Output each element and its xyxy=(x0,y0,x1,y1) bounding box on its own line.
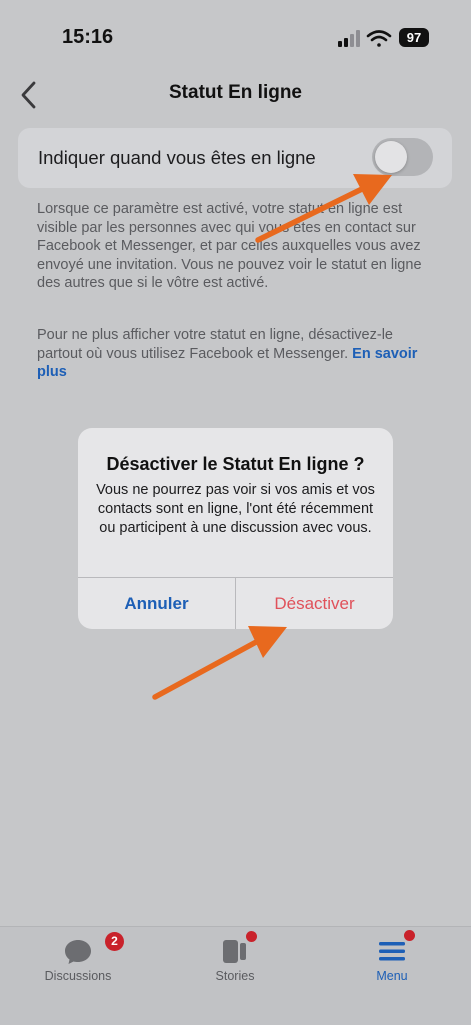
nav-header: Statut En ligne xyxy=(0,70,471,120)
tab-bar: 2 Discussions Stories Menu xyxy=(0,926,471,1025)
tab-discussions[interactable]: 2 Discussions xyxy=(18,927,138,1007)
setting-label: Indiquer quand vous êtes en ligne xyxy=(38,147,316,168)
arrow-to-deactivate-button xyxy=(152,626,287,700)
setting-note: Pour ne plus afficher votre statut en li… xyxy=(37,326,425,382)
cancel-button[interactable]: Annuler xyxy=(78,578,235,629)
wifi-icon xyxy=(366,30,392,47)
status-bar: 15:16 97 xyxy=(0,0,471,70)
tab-label: Discussions xyxy=(44,969,112,983)
menu-icon xyxy=(379,942,405,961)
stories-notification-dot xyxy=(246,931,257,942)
online-status-setting-row: Indiquer quand vous êtes en ligne xyxy=(18,128,452,188)
online-status-toggle[interactable] xyxy=(372,138,433,176)
tab-stories[interactable]: Stories xyxy=(175,927,295,1007)
unread-badge: 2 xyxy=(105,932,124,951)
chat-bubble-icon xyxy=(65,940,91,964)
dialog-message: Vous ne pourrez pas voir si vos amis et … xyxy=(96,482,375,536)
setting-description: Lorsque ce paramètre est activé, votre s… xyxy=(37,201,422,291)
deactivate-dialog: Désactiver le Statut En ligne ? Vous ne … xyxy=(78,428,393,629)
tab-menu[interactable]: Menu xyxy=(332,927,452,1007)
setting-note-text: Pour ne plus afficher votre statut en li… xyxy=(37,327,393,362)
clock: 15:16 xyxy=(62,26,114,48)
deactivate-button[interactable]: Désactiver xyxy=(236,578,393,629)
battery-indicator: 97 xyxy=(399,28,429,47)
toggle-knob xyxy=(375,141,407,173)
tab-label: Menu xyxy=(376,969,408,983)
cellular-signal-icon xyxy=(338,30,360,47)
dialog-title: Désactiver le Statut En ligne ? xyxy=(106,454,365,474)
page-title: Statut En ligne xyxy=(169,82,302,103)
tab-label: Stories xyxy=(215,969,255,983)
menu-notification-dot xyxy=(404,930,415,941)
